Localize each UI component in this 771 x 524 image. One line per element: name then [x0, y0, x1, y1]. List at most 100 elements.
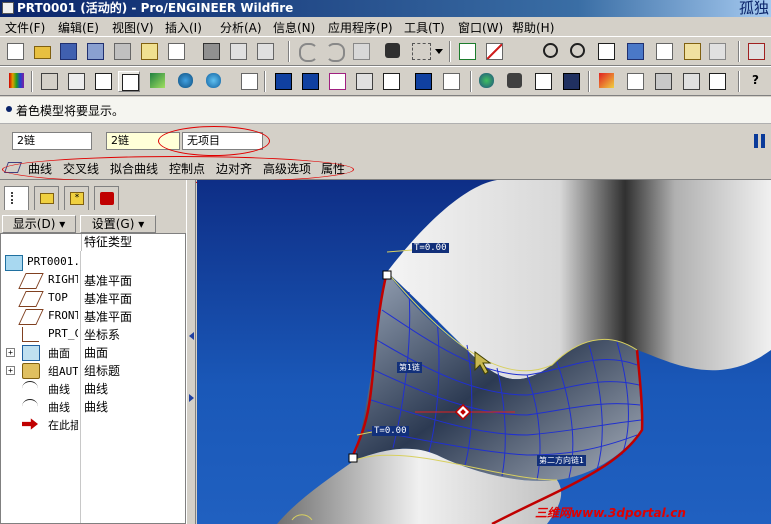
expand-toggle-icon[interactable]: + — [6, 348, 15, 357]
tree-row[interactable]: 曲线 曲线 — [1, 379, 185, 397]
tab-advanced-options[interactable]: 高级选项 — [263, 160, 311, 177]
repaint-icon[interactable] — [456, 41, 478, 62]
redo-icon[interactable] — [323, 41, 345, 62]
email-icon[interactable] — [227, 41, 249, 62]
tree-row[interactable]: PRT_CSYS_DEF 坐标系 — [1, 325, 185, 343]
video-icon[interactable] — [504, 71, 526, 92]
folder-browser-tab[interactable] — [34, 186, 59, 210]
refit-icon[interactable] — [595, 41, 617, 62]
model-info-icon[interactable] — [560, 71, 582, 92]
tab-fit-curve[interactable]: 拟合曲线 — [110, 160, 158, 177]
collapse-left-icon[interactable] — [189, 332, 194, 340]
zoom-in-icon[interactable] — [540, 41, 562, 62]
window-icon[interactable] — [652, 71, 674, 92]
datum-planes-icon[interactable] — [147, 71, 169, 92]
chain-endpoint-handle-top[interactable] — [382, 270, 392, 280]
csys-tool-icon[interactable] — [380, 71, 402, 92]
csys-icon[interactable] — [238, 71, 260, 92]
dropdown-arrow-icon[interactable] — [433, 41, 445, 62]
datum-display-icon[interactable] — [745, 41, 767, 62]
model-tree-icon[interactable] — [165, 41, 187, 62]
menu-view[interactable]: 视图(V) — [112, 19, 154, 36]
tree-row[interactable]: + 曲面 曲面 — [1, 343, 185, 361]
checklist-icon[interactable] — [624, 71, 646, 92]
save-copy-icon[interactable] — [84, 41, 106, 62]
print-icon[interactable] — [200, 41, 222, 62]
chain-endpoint-handle-bottom[interactable] — [348, 453, 358, 463]
expand-right-icon[interactable] — [189, 394, 194, 402]
menu-file[interactable]: 文件(F) — [5, 19, 45, 36]
undo-icon[interactable] — [296, 41, 318, 62]
select-box-icon[interactable] — [409, 41, 433, 62]
hidden-line-icon[interactable] — [65, 71, 87, 92]
favorites-tab[interactable]: * — [64, 186, 89, 210]
tree-row[interactable]: + 组AUTOGROUP 组标题 — [1, 361, 185, 379]
menu-help[interactable]: 帮助(H) — [512, 19, 554, 36]
t-value-label-bottom[interactable]: T=0.00 — [372, 426, 409, 436]
pause-icon[interactable] — [754, 134, 765, 148]
menu-info[interactable]: 信息(N) — [273, 19, 315, 36]
regenerate-icon[interactable] — [138, 41, 160, 62]
new-file-icon[interactable] — [4, 41, 26, 62]
save-icon[interactable] — [57, 41, 79, 62]
style-feature-icon[interactable] — [596, 71, 618, 92]
tree-row[interactable]: FRONT 基准平面 — [1, 307, 185, 325]
menu-tools[interactable]: 工具(T) — [404, 19, 445, 36]
tab-control-points[interactable]: 控制点 — [169, 160, 205, 177]
window-x-icon[interactable] — [706, 71, 728, 92]
info-icon[interactable] — [532, 71, 554, 92]
zoom-out-icon[interactable] — [567, 41, 589, 62]
saved-views-icon[interactable] — [653, 41, 675, 62]
settings-button[interactable]: 设置(G) ▾ — [80, 215, 156, 233]
display-button[interactable]: 显示(D) ▾ — [2, 215, 76, 233]
menu-window[interactable]: 窗口(W) — [458, 19, 503, 36]
erase-icon[interactable] — [111, 41, 133, 62]
orient-icon[interactable] — [483, 41, 505, 62]
tab-edge-alignment[interactable]: 边对齐 — [216, 160, 252, 177]
analysis-icon[interactable] — [412, 71, 434, 92]
panel-splitter[interactable] — [186, 180, 196, 524]
tree-row[interactable]: TOP 基准平面 — [1, 289, 185, 307]
email-link-icon[interactable] — [254, 41, 276, 62]
menu-edit[interactable]: 编辑(E) — [58, 19, 99, 36]
tree-row[interactable]: 曲线 曲线 — [1, 397, 185, 415]
expand-toggle-icon[interactable]: + — [6, 366, 15, 375]
tree-row[interactable]: PRT0001.PRT — [1, 253, 185, 271]
datum-point-tool-icon[interactable] — [353, 71, 375, 92]
menu-analysis[interactable]: 分析(A) — [220, 19, 262, 36]
tab-properties[interactable]: 属性 — [321, 160, 345, 177]
model-tree-tab[interactable] — [4, 186, 29, 210]
connections-tab[interactable] — [94, 186, 119, 210]
no-hidden-icon[interactable] — [92, 71, 114, 92]
annotation-icon[interactable] — [440, 71, 462, 92]
view-manager-icon[interactable] — [624, 41, 646, 62]
close-window-icon[interactable] — [680, 71, 702, 92]
tree-row[interactable]: 在此插入 — [1, 415, 185, 433]
shaded-icon[interactable] — [118, 71, 140, 92]
graphics-window[interactable]: T=0.00 T=0.00 第1链 第二方向链1 三维网www.3dportal… — [197, 180, 771, 524]
no-item-collector[interactable]: 无项目 — [182, 132, 263, 150]
datum-axes-icon[interactable] — [175, 71, 197, 92]
layers-icon[interactable] — [681, 41, 703, 62]
globe-icon[interactable] — [476, 71, 498, 92]
whats-this-icon[interactable]: ? — [745, 71, 767, 92]
datum-points-icon[interactable] — [203, 71, 225, 92]
datum-curve-tool-icon[interactable] — [326, 71, 348, 92]
menu-insert[interactable]: 插入(I) — [165, 19, 202, 36]
t-value-label-top[interactable]: T=0.00 — [412, 243, 449, 253]
chain-label-2[interactable]: 第二方向链1 — [537, 455, 586, 466]
datum-axis-tool-icon[interactable] — [299, 71, 321, 92]
wireframe-icon[interactable] — [38, 71, 60, 92]
chain-label-1[interactable]: 第1链 — [397, 362, 422, 373]
more-icon[interactable] — [706, 41, 728, 62]
datum-plane-tool-icon[interactable] — [272, 71, 294, 92]
open-folder-icon[interactable] — [31, 41, 53, 62]
tab-curves[interactable]: 曲线 — [28, 160, 52, 177]
chain-collector-1[interactable]: 2链 — [12, 132, 92, 150]
accelerator-icon[interactable] — [350, 41, 372, 62]
tree-row[interactable]: RIGHT 基准平面 — [1, 271, 185, 289]
menu-applications[interactable]: 应用程序(P) — [328, 19, 393, 36]
chain-collector-2[interactable]: 2链 — [106, 132, 180, 150]
tab-intersection[interactable]: 交叉线 — [63, 160, 99, 177]
color-appearance-icon[interactable] — [6, 71, 28, 92]
